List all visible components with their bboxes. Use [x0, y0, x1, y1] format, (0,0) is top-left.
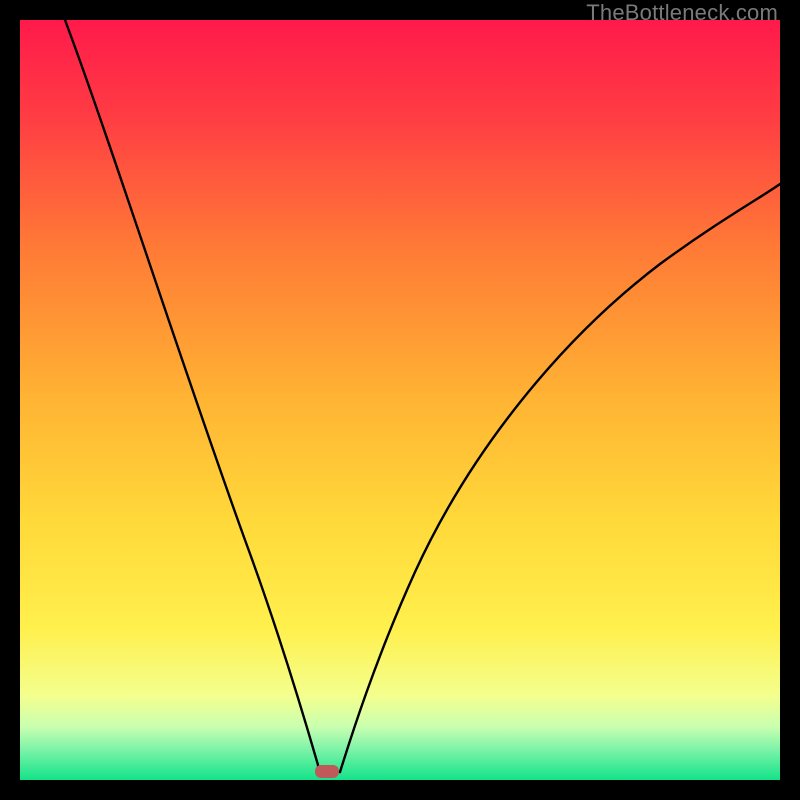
gradient-background — [20, 20, 780, 780]
optimal-marker — [315, 765, 339, 778]
chart-frame — [20, 20, 780, 780]
bottleneck-chart — [20, 20, 780, 780]
watermark-text: TheBottleneck.com — [586, 0, 778, 26]
